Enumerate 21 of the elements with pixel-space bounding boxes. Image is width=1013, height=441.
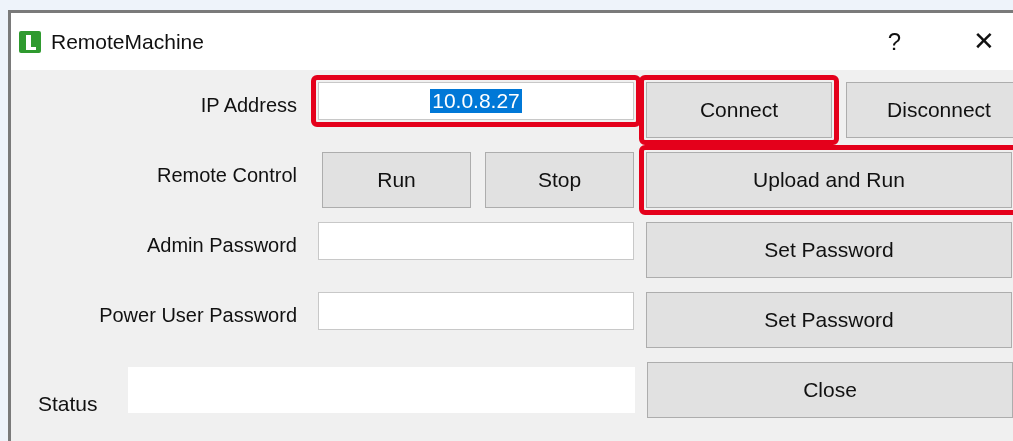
action-button[interactable]: Disconnect [846,82,1013,138]
control-button[interactable]: Stop [485,152,634,208]
field-label: Remote Control [155,163,297,187]
action-button[interactable]: Set Password [646,222,1012,278]
password-field[interactable] [318,222,634,260]
help-button[interactable]: ? [887,27,901,56]
window-title: RemoteMachine [51,29,204,54]
action-button[interactable]: Upload and Run [646,152,1012,208]
field-label: Admin Password [145,233,297,257]
status-label: Status [38,392,99,416]
action-button[interactable]: Connect [646,82,832,138]
app-icon [19,30,41,53]
close-button[interactable]: Close [647,362,1013,418]
control-button[interactable]: Run [322,152,471,208]
ip-address-field[interactable]: 10.0.8.27 [318,82,634,120]
field-label: Power User Password [98,303,297,327]
field-value: 10.0.8.27 [430,89,522,113]
action-button[interactable]: Set Password [646,292,1012,348]
close-button[interactable]: ✕ [973,26,995,57]
password-field[interactable] [318,292,634,330]
field-label: IP Address [199,93,297,117]
